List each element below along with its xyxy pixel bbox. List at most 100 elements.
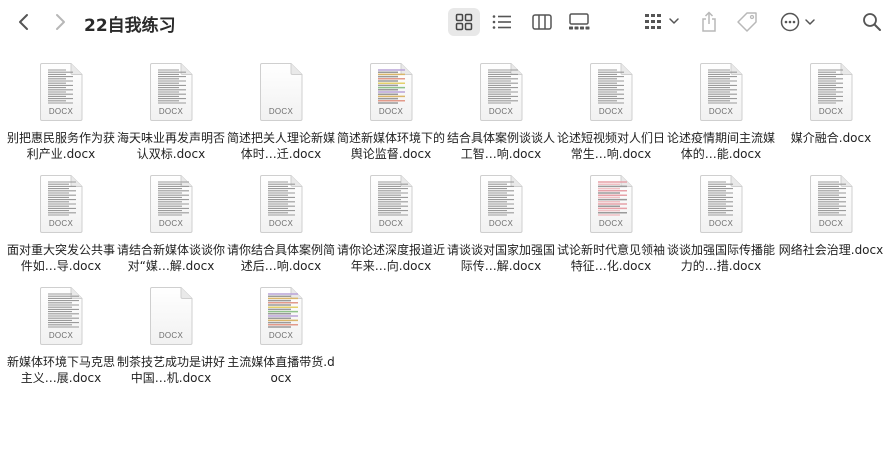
docx-file-icon: DOCX: [258, 174, 304, 234]
back-button[interactable]: [12, 10, 36, 34]
magnifier-icon: [863, 13, 881, 31]
file-type-label: DOCX: [818, 107, 844, 116]
docx-file-icon: DOCX: [478, 62, 524, 122]
file-type-label: DOCX: [598, 107, 624, 116]
file-item[interactable]: DOCX 简述新媒体环境下的舆论监督.docx: [336, 62, 446, 174]
docx-file-icon: DOCX: [698, 62, 744, 122]
gallery-view-icon: [569, 13, 590, 30]
file-name-label: 别把惠民服务作为获利产业.docx: [7, 131, 116, 161]
file-type-label: DOCX: [268, 219, 294, 228]
toolbar: 22自我练习: [0, 0, 887, 44]
file-type-label: DOCX: [378, 219, 404, 228]
window-title: 22自我练习: [84, 16, 176, 36]
file-name-label: 主流媒体直播带货.docx: [227, 355, 335, 385]
file-item[interactable]: DOCX 网络社会治理.docx: [776, 174, 886, 286]
file-type-label: DOCX: [158, 331, 184, 340]
file-type-label: DOCX: [158, 219, 184, 228]
file-item[interactable]: DOCX 新媒体环境下马克思主义…展.docx: [6, 286, 116, 398]
docx-file-icon: DOCX: [38, 286, 84, 346]
file-name-label: 请你论述深度报道近年来…向.docx: [337, 243, 446, 273]
file-item[interactable]: DOCX 论述短视频对人们日常生…响.docx: [556, 62, 666, 174]
file-item[interactable]: DOCX 谈谈加强国际传播能力的…措.docx: [666, 174, 776, 286]
file-type-label: DOCX: [268, 331, 294, 340]
ellipsis-circle-icon: [780, 12, 815, 32]
file-item[interactable]: DOCX 面对重大突发公共事件如…导.docx: [6, 174, 116, 286]
forward-button[interactable]: [48, 10, 72, 34]
docx-file-icon: DOCX: [148, 62, 194, 122]
docx-file-icon: DOCX: [808, 174, 854, 234]
docx-file-icon: DOCX: [588, 174, 634, 234]
file-type-label: DOCX: [818, 219, 844, 228]
file-name-label: 请你结合具体案例简述后…响.docx: [227, 243, 336, 273]
docx-file-icon: DOCX: [368, 62, 414, 122]
file-item[interactable]: DOCX 海天味业再发声明否认双标.docx: [116, 62, 226, 174]
file-item[interactable]: DOCX 请结合新媒体谈谈你对“媒…解.docx: [116, 174, 226, 286]
docx-file-icon: DOCX: [368, 174, 414, 234]
file-name-label: 网络社会治理.docx: [778, 243, 884, 257]
file-name-label: 面对重大突发公共事件如…导.docx: [7, 243, 116, 273]
file-name-label: 结合具体案例谈谈人工智…响.docx: [447, 131, 556, 161]
docx-file-icon: DOCX: [38, 62, 84, 122]
file-item[interactable]: DOCX 请谈谈对国家加强国际传…解.docx: [446, 174, 556, 286]
file-name-label: 请谈谈对国家加强国际传…解.docx: [447, 243, 556, 273]
docx-file-icon: DOCX: [588, 62, 634, 122]
chevron-right-icon: [56, 14, 65, 30]
tag-icon: [737, 12, 757, 32]
file-item[interactable]: DOCX 媒介融合.docx: [776, 62, 886, 174]
file-type-label: DOCX: [378, 107, 404, 116]
file-type-label: DOCX: [48, 331, 74, 340]
tag-button[interactable]: [734, 8, 760, 36]
file-item[interactable]: DOCX 制茶技艺成功是讲好中国…机.docx: [116, 286, 226, 398]
file-name-label: 简述把关人理论新媒体时…迁.docx: [227, 131, 336, 161]
gallery-view-button[interactable]: [564, 8, 594, 36]
group-by-icon: [645, 14, 679, 29]
file-type-label: DOCX: [708, 219, 734, 228]
list-view-button[interactable]: [488, 8, 516, 36]
file-item[interactable]: DOCX 主流媒体直播带货.docx: [226, 286, 336, 398]
file-item[interactable]: DOCX 试论新时代意见领袖特征…化.docx: [556, 174, 666, 286]
chevron-left-icon: [19, 14, 28, 30]
file-name-label: 海天味业再发声明否认双标.docx: [117, 131, 226, 161]
docx-file-icon: DOCX: [698, 174, 744, 234]
file-name-label: 谈谈加强国际传播能力的…措.docx: [667, 243, 776, 273]
file-name-label: 论述疫情期间主流媒体的…能.docx: [667, 131, 776, 161]
column-view-button[interactable]: [528, 8, 556, 36]
file-name-label: 简述新媒体环境下的舆论监督.docx: [337, 131, 446, 161]
group-by-button[interactable]: [642, 8, 682, 36]
docx-file-icon: DOCX: [148, 286, 194, 346]
more-actions-button[interactable]: [778, 8, 818, 36]
file-type-label: DOCX: [48, 219, 74, 228]
share-icon: [702, 11, 716, 32]
docx-file-icon: DOCX: [148, 174, 194, 234]
file-name-label: 媒介融合.docx: [790, 131, 872, 145]
file-name-label: 新媒体环境下马克思主义…展.docx: [7, 355, 116, 385]
file-name-label: 论述短视频对人们日常生…响.docx: [557, 131, 666, 161]
file-item[interactable]: DOCX 结合具体案例谈谈人工智…响.docx: [446, 62, 556, 174]
file-item[interactable]: DOCX 论述疫情期间主流媒体的…能.docx: [666, 62, 776, 174]
file-name-label: 请结合新媒体谈谈你对“媒…解.docx: [117, 243, 226, 273]
file-item[interactable]: DOCX 请你论述深度报道近年来…向.docx: [336, 174, 446, 286]
file-type-label: DOCX: [708, 107, 734, 116]
file-type-label: DOCX: [488, 107, 514, 116]
docx-file-icon: DOCX: [258, 62, 304, 122]
file-type-label: DOCX: [598, 219, 624, 228]
share-button[interactable]: [698, 8, 720, 36]
docx-file-icon: DOCX: [478, 174, 524, 234]
icon-view-button[interactable]: [448, 8, 480, 36]
file-name-label: 试论新时代意见领袖特征…化.docx: [557, 243, 666, 273]
search-button[interactable]: [860, 9, 884, 35]
list-view-icon: [492, 15, 511, 29]
file-name-label: 制茶技艺成功是讲好中国…机.docx: [117, 355, 226, 385]
file-item[interactable]: DOCX 简述把关人理论新媒体时…迁.docx: [226, 62, 336, 174]
icon-view-icon: [455, 13, 473, 31]
file-type-label: DOCX: [48, 107, 74, 116]
finder-window: 22自我练习 DOCX 别把惠民服务作为获利产业.docx DOCX 海天味业再…: [0, 0, 887, 474]
docx-file-icon: DOCX: [258, 286, 304, 346]
file-type-label: DOCX: [158, 107, 184, 116]
docx-file-icon: DOCX: [808, 62, 854, 122]
docx-file-icon: DOCX: [38, 174, 84, 234]
file-type-label: DOCX: [488, 219, 514, 228]
file-item[interactable]: DOCX 请你结合具体案例简述后…响.docx: [226, 174, 336, 286]
file-type-label: DOCX: [268, 107, 294, 116]
file-item[interactable]: DOCX 别把惠民服务作为获利产业.docx: [6, 62, 116, 174]
